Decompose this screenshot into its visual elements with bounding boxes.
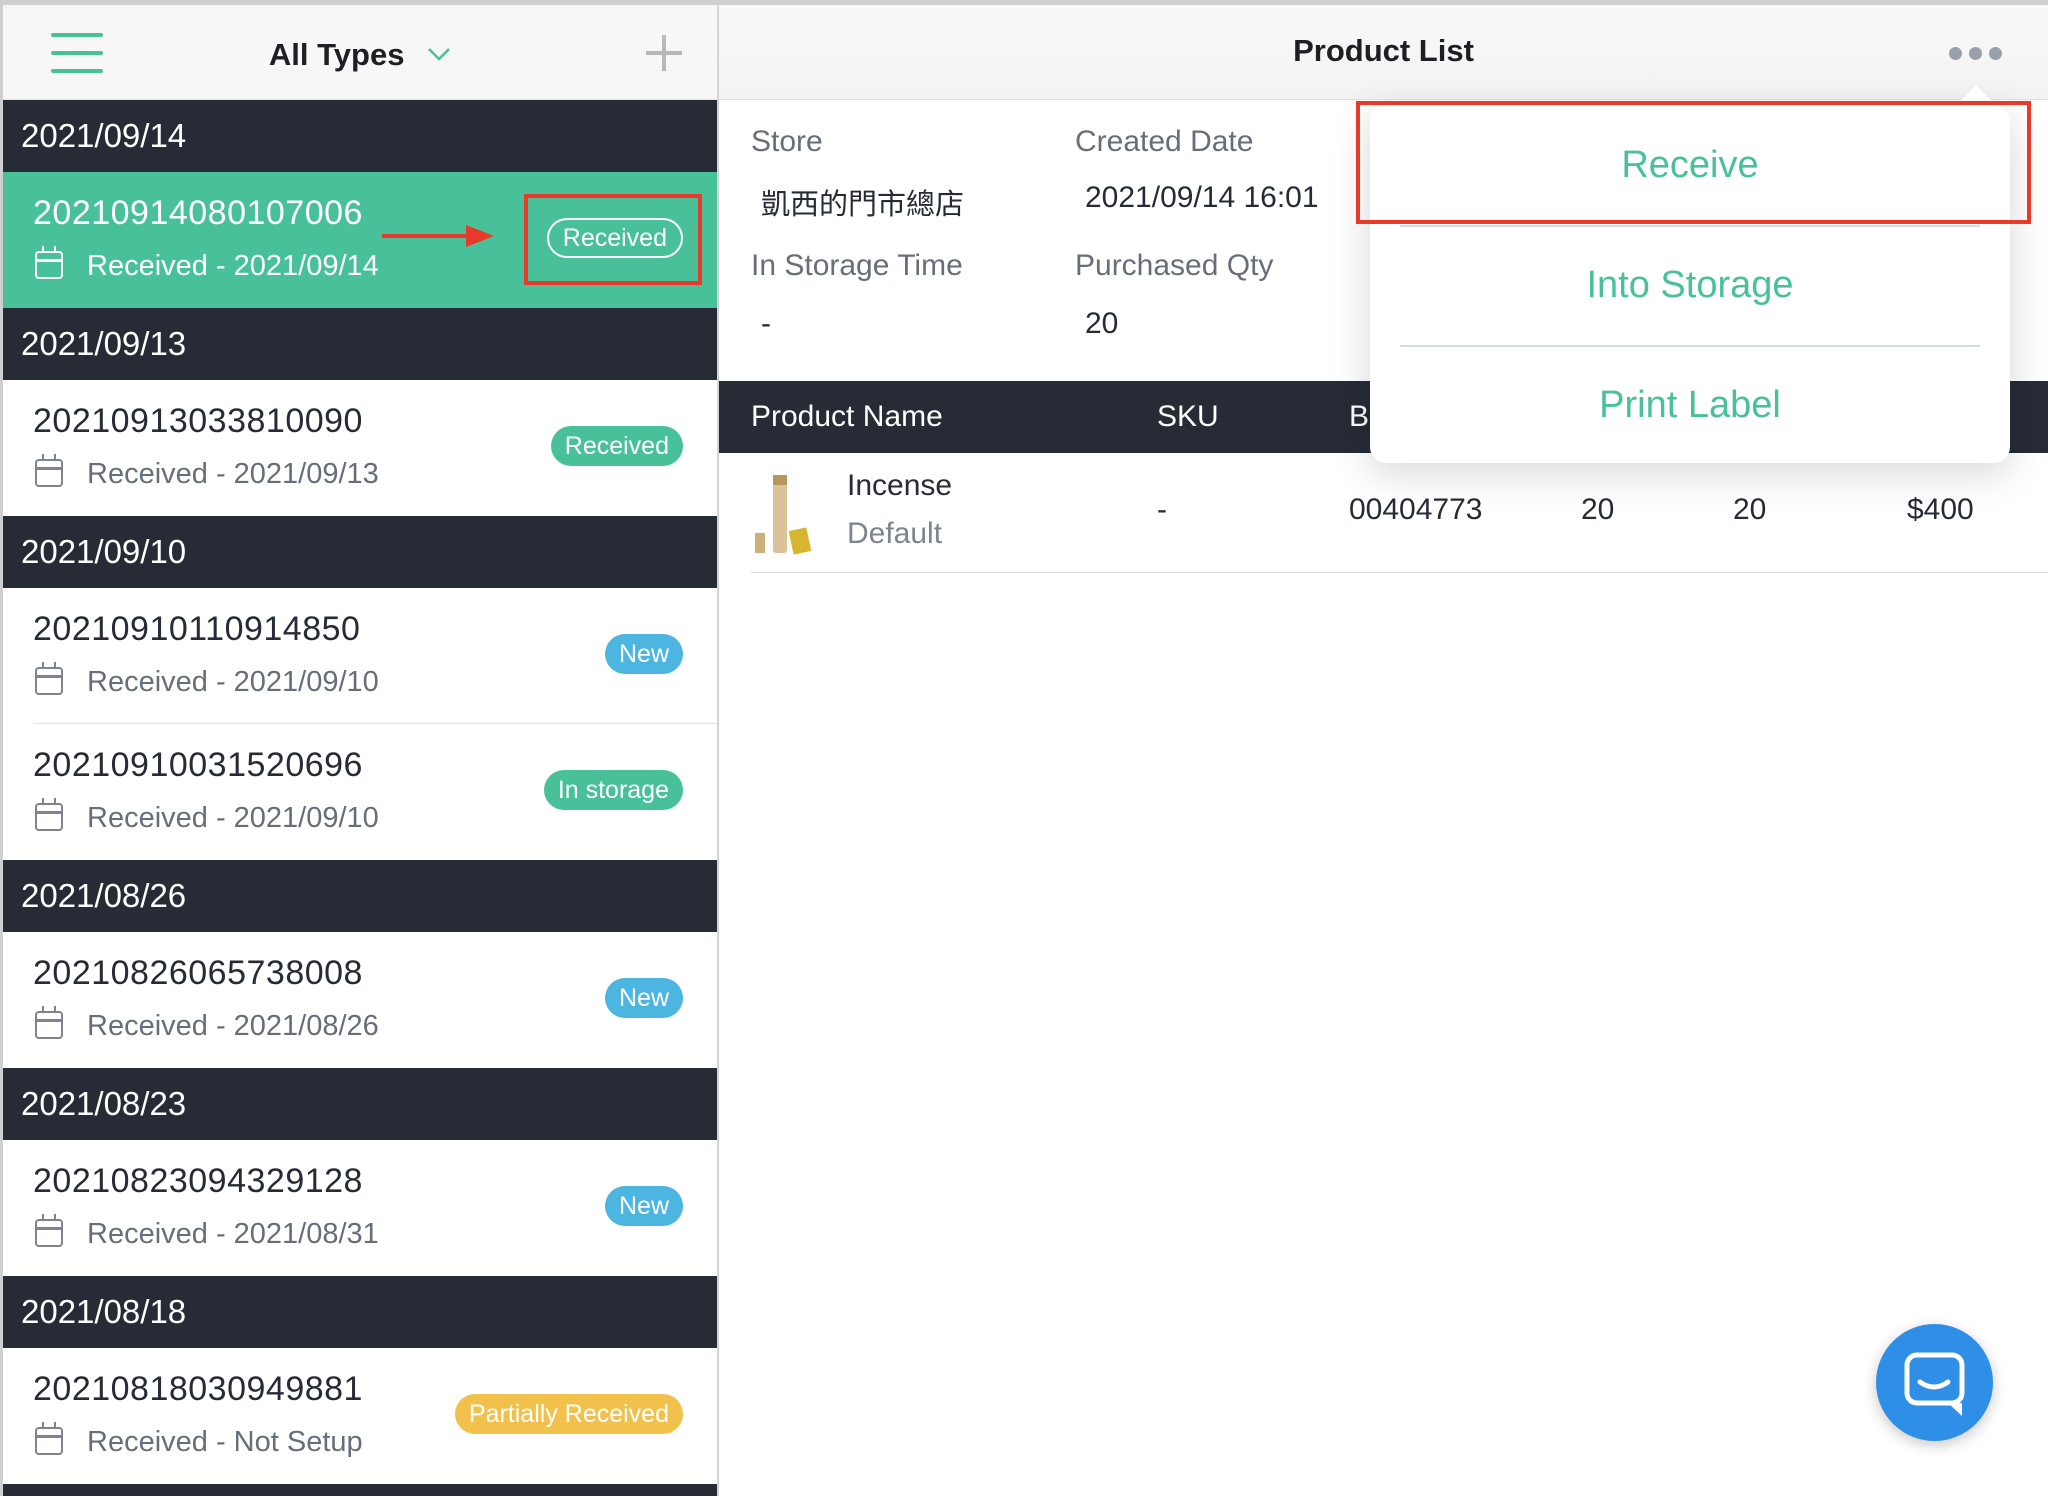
store-value: 凱西的門市總店 [761,187,965,221]
calendar-icon [35,1214,63,1247]
type-filter-label: All Types [268,37,405,72]
order-row[interactable]: 20210823094329128 Received - 2021/08/31 … [3,1140,717,1276]
order-received-status: Received - Not Setup [87,1426,363,1458]
order-received-status: Received - 2021/08/26 [87,1010,379,1042]
order-list-pane: All Types 2021/09/14 20210914080107006 R… [3,5,718,1496]
order-row[interactable]: 20210910031520696 Received - 2021/09/10 … [3,724,717,860]
status-badge: Partially Received [454,1394,683,1434]
date-group-header: 2021/09/13 [3,308,717,380]
order-subtitle: Received - 2021/09/10 [35,662,379,699]
product-variant: Default [847,517,943,550]
purchased-qty-value: 20 [1085,307,1119,340]
status-badge: Received [546,218,683,258]
date-group-header: 2021/09/10 [3,516,717,588]
product-qty-1: 20 [1581,493,1615,526]
date-group-header-partial [3,1484,717,1496]
date-group-header: 2021/09/14 [3,100,717,172]
list-header: All Types [3,5,717,100]
date-group-header: 2021/08/26 [3,860,717,932]
created-date-value: 2021/09/14 16:01 [1085,181,1319,214]
order-received-status: Received - 2021/09/10 [87,666,379,698]
order-number: 20210823094329128 [33,1162,363,1200]
calendar-icon [35,1006,63,1039]
product-thumbnail [755,475,812,555]
product-sku: - [1157,493,1167,526]
status-badge: New [604,1186,683,1226]
order-row[interactable]: 20210914080107006 Received - 2021/09/14 … [3,172,717,308]
product-name: Incense [847,469,953,502]
order-row[interactable]: 20210826065738008 Received - 2021/08/26 … [3,932,717,1068]
status-badge: In storage [543,770,683,810]
detail-header: Product List [719,5,2048,100]
order-number: 20210910031520696 [33,746,363,784]
order-received-status: Received - 2021/09/13 [87,458,379,490]
order-list: 2021/09/14 20210914080107006 Received - … [3,100,717,1496]
calendar-icon [35,454,63,487]
product-price: $400 [1907,493,1974,526]
order-subtitle: Received - Not Setup [35,1422,363,1459]
storage-time-label: In Storage Time [751,249,963,282]
order-number: 20210913033810090 [33,402,363,440]
purchased-qty-label: Purchased Qty [1075,249,1274,282]
column-sku: SKU [1157,400,1219,433]
order-subtitle: Received - 2021/09/13 [35,454,379,491]
status-badge: New [604,978,683,1018]
order-number: 20210910110914850 [33,610,361,648]
calendar-icon [35,1422,63,1455]
order-row[interactable]: 20210910110914850 Received - 2021/09/10 … [3,588,717,724]
column-product-name: Product Name [751,400,943,433]
menu-item-receive[interactable]: Receive [1400,105,1980,225]
product-qty-2: 20 [1733,493,1767,526]
order-number: 20210826065738008 [33,954,363,992]
page-title: Product List [1293,33,1474,68]
order-received-status: Received - 2021/09/10 [87,802,379,834]
order-subtitle: Received - 2021/08/31 [35,1214,379,1251]
column-barcode: B [1349,400,1370,433]
order-subtitle: Received - 2021/09/14 [35,246,379,283]
order-received-status: Received - 2021/08/31 [87,1218,379,1250]
order-subtitle: Received - 2021/09/10 [35,798,379,835]
actions-popover: Receive Into Storage Print Label [1370,105,2010,463]
status-badge: New [604,634,683,674]
calendar-icon [35,662,63,695]
product-barcode: 00404773 [1349,493,1483,526]
order-row[interactable]: 20210818030949881 Received - Not Setup P… [3,1348,717,1484]
more-dots-icon[interactable] [1949,47,2003,61]
menu-item-print-label[interactable]: Print Label [1400,345,1980,465]
chevron-down-icon [427,33,451,69]
order-number: 20210914080107006 [33,194,363,232]
status-badge: Received [550,426,683,466]
chat-icon[interactable] [1876,1324,1993,1441]
order-received-status: Received - 2021/09/14 [87,250,379,282]
store-label: Store [751,125,823,158]
plus-icon[interactable] [646,35,682,71]
storage-time-value: - [761,307,771,340]
created-date-label: Created Date [1075,125,1254,158]
order-number: 20210818030949881 [33,1370,363,1408]
calendar-icon [35,246,63,279]
product-row[interactable]: Incense Default - 00404773 20 20 $400 [751,453,2048,573]
date-group-header: 2021/08/23 [3,1068,717,1140]
calendar-icon [35,798,63,831]
menu-item-into-storage[interactable]: Into Storage [1400,225,1980,345]
type-filter-dropdown[interactable]: All Types [3,33,717,73]
date-group-header: 2021/08/18 [3,1276,717,1348]
order-subtitle: Received - 2021/08/26 [35,1006,379,1043]
order-row[interactable]: 20210913033810090 Received - 2021/09/13 … [3,380,717,516]
